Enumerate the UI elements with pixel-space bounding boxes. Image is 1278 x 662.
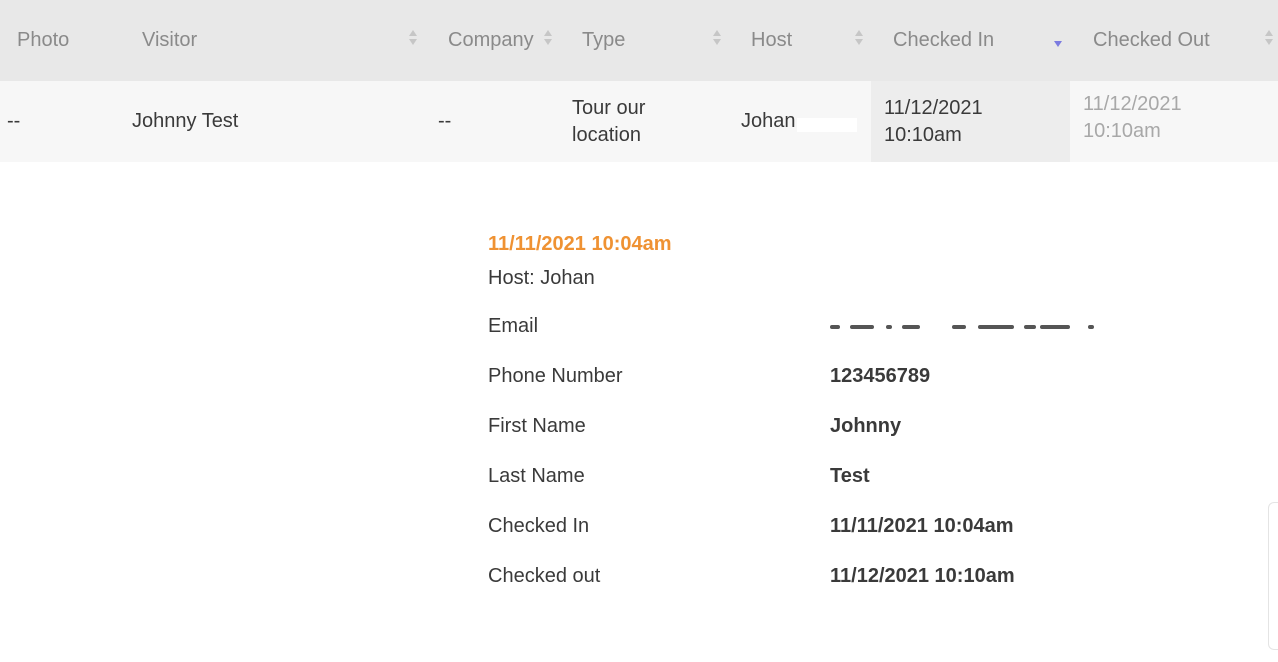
detail-value: Johnny <box>830 415 902 437</box>
column-header-label: Company <box>448 29 534 51</box>
column-header-photo: Photo <box>17 0 127 81</box>
detail-label: Checked out <box>488 565 601 587</box>
column-header-host[interactable]: Host <box>751 0 851 81</box>
detail-value: 11/11/2021 10:04am <box>830 515 1014 537</box>
cell-photo: -- <box>7 110 21 132</box>
cell-visitor: Johnny Test <box>132 110 239 132</box>
cell-company: -- <box>438 110 452 132</box>
detail-row-phone: Phone Number 123456789 <box>488 365 1108 395</box>
visit-host: Host: Johan <box>488 267 595 289</box>
cell-time: 10:10am <box>1083 119 1161 142</box>
detail-label: Checked In <box>488 515 590 537</box>
column-header-checked-in[interactable]: Checked In <box>893 0 1043 81</box>
cell-type-line: Tour our <box>572 96 646 119</box>
column-header-label: Visitor <box>142 29 198 51</box>
sort-icon[interactable] <box>409 30 417 50</box>
column-header-company[interactable]: Company <box>448 0 548 81</box>
sort-desc-icon[interactable] <box>1054 30 1062 50</box>
detail-row-email: Email <box>488 315 1108 345</box>
column-header-visitor[interactable]: Visitor <box>142 0 422 81</box>
column-header-label: Checked In <box>893 29 995 51</box>
redacted-email <box>828 323 1108 333</box>
detail-row-checked-in: Checked In 11/11/2021 10:04am <box>488 515 1108 545</box>
cell-time: 10:10am <box>884 123 962 146</box>
cell-checked-in: 11/12/2021 10:10am <box>871 81 1070 162</box>
column-header-checked-out[interactable]: Checked Out <box>1093 0 1253 81</box>
detail-row-last-name: Last Name Test <box>488 465 1108 495</box>
cell-date: 11/12/2021 <box>1083 92 1182 115</box>
visit-date: 11/11/2021 10:04am <box>488 233 672 255</box>
cell-date: 11/12/2021 <box>884 96 983 119</box>
table-row[interactable]: -- Johnny Test -- Tour our location Joha… <box>0 81 1278 162</box>
sort-icon[interactable] <box>855 30 863 50</box>
detail-label: Phone Number <box>488 365 623 387</box>
column-header-label: Checked Out <box>1093 29 1210 51</box>
detail-label: Last Name <box>488 465 585 487</box>
cell-type-line: location <box>572 123 641 146</box>
detail-row-first-name: First Name Johnny <box>488 415 1108 445</box>
column-header-type[interactable]: Type <box>582 0 702 81</box>
detail-row-checked-out: Checked out 11/12/2021 10:10am <box>488 565 1108 595</box>
sort-icon[interactable] <box>544 30 552 50</box>
side-drawer-handle[interactable] <box>1268 502 1278 650</box>
detail-value: 11/12/2021 10:10am <box>830 565 1015 587</box>
cell-type: Tour our location <box>572 81 712 162</box>
column-header-label: Type <box>582 29 626 51</box>
detail-label: Email <box>488 315 539 337</box>
column-header-label: Host <box>751 29 793 51</box>
column-header-label: Photo <box>17 29 70 51</box>
detail-value: Test <box>830 465 870 487</box>
detail-label: First Name <box>488 415 586 437</box>
redaction-mark <box>797 118 857 132</box>
sort-icon[interactable] <box>713 30 721 50</box>
sort-icon[interactable] <box>1265 30 1273 50</box>
cell-checked-out: 11/12/2021 10:10am <box>1083 77 1273 158</box>
detail-value: 123456789 <box>830 365 931 387</box>
table-header: Photo Visitor Company Type Host Checked … <box>0 0 1278 81</box>
